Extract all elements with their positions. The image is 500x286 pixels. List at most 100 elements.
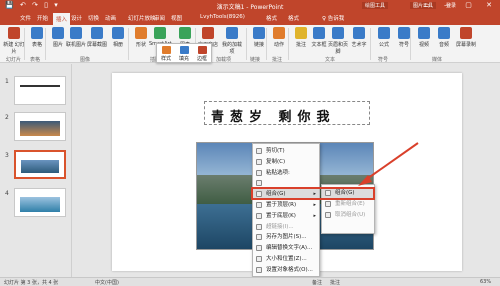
thumb-number-0: 1 [5,78,9,85]
ribbon-icon-0 [8,27,20,39]
thumb-number-1: 2 [5,114,9,121]
ribbon-icon-7 [154,27,166,39]
slide-thumb-1[interactable] [14,112,66,141]
ribbon-icon-13 [295,27,307,39]
submenu-label-2: 取消组合(U) [335,212,366,218]
slide-thumb-2[interactable] [14,150,66,179]
submenu-icon-1 [325,201,331,207]
submenu-item-2[interactable]: 取消组合(U) [322,210,374,220]
ribbon-button-16[interactable]: 艺术字 [348,27,370,48]
ribbon-separator-0 [24,28,25,60]
submenu-item-1[interactable]: 重新组合(E) [322,199,374,209]
context-item-9[interactable]: 编辑替换文字(A)... [253,243,319,253]
ribbon-button-4[interactable]: 屏幕截图 [86,27,108,48]
context-icon-7 [256,223,262,230]
tab-8[interactable]: 视图 [171,14,182,22]
ribbon-button-3[interactable]: 联机图片 [65,27,87,48]
status-comments-button[interactable]: 批注 [330,279,340,286]
context-label-11: 设置对象格式(O)... [266,266,313,273]
context-icon-11 [256,266,262,273]
ribbon-button-12[interactable]: 动作 [268,27,290,48]
thumb-number-3: 4 [5,190,9,197]
context-item-11[interactable]: 设置对象格式(O)... [253,265,319,275]
status-notes-button[interactable]: 备注 [312,279,322,286]
slide-thumb-0[interactable] [14,76,66,105]
highlight-box [251,187,375,200]
slide-caption-textbox[interactable]: 青葱岁 剩你我 [204,101,370,125]
status-slide-info: 幻灯片 第 3 张，共 4 张 [4,280,59,286]
ribbon-group-0: 幻灯片 [6,57,22,63]
ribbon-icon-1 [31,27,43,39]
context-icon-5 [256,202,262,208]
ribbon-button-15[interactable]: 页眉和页脚 [327,27,349,55]
context-icon-9 [256,245,262,252]
context-label-2: 粘贴选项: [266,169,290,176]
context-label-0: 剪切(T) [266,148,285,154]
ribbon-separator-5 [266,28,267,60]
tab-6[interactable]: 幻灯片放映 [128,14,156,22]
tab-2[interactable]: 插入 [53,13,71,25]
thumb-image-3 [20,197,60,212]
status-bar: 幻灯片 第 3 张，共 4 张 中文(中国) 备注 批注 63% [0,277,500,286]
context-item-0[interactable]: 剪切(T) [253,146,319,156]
ribbon-icon-3 [70,27,82,39]
window-controls[interactable]: ▭ — ▢ ✕ [423,1,498,9]
ribbon-button-20[interactable]: 音频 [433,27,455,48]
ribbon-button-17[interactable]: 公式 [373,27,395,48]
ribbon-button-21[interactable]: 屏幕录制 [455,27,477,48]
ribbon-group-6: 批注 [272,57,283,63]
context-label-8: 另存为图片(S)... [266,234,307,241]
ribbon-label-0: 新建 幻灯片 [3,42,25,55]
tab-5[interactable]: 动画 [105,14,116,22]
context-icon-0 [256,148,262,154]
tab-7[interactable]: 审阅 [154,14,165,22]
tab-4[interactable]: 切换 [88,14,99,22]
ribbon-label-15: 页眉和页脚 [327,42,348,55]
context-item-5[interactable]: 置于顶层(R) ▸ [253,200,319,210]
ribbon-button-5[interactable]: 相册 [107,27,129,48]
ribbon-label-20: 音频 [438,42,449,48]
ribbon-button-19[interactable]: 视频 [413,27,435,48]
ribbon-label-16: 艺术字 [351,42,367,48]
tab-0[interactable]: 文件 [20,14,31,22]
chevron-right-icon: ▸ [313,202,316,208]
ribbon-icon-14 [313,27,325,39]
ribbon-icon-6 [135,27,147,39]
ribbon-label-18: 符号 [398,42,409,48]
tab-12[interactable]: ♀ 告诉我 [322,14,344,22]
tab-11[interactable]: 格式 [288,14,299,22]
tab-1[interactable]: 开始 [37,14,48,22]
context-item-8[interactable]: 另存为图片(S)... [253,232,319,242]
tab-10[interactable]: 格式 [266,14,277,22]
slide-thumb-3[interactable] [14,188,66,217]
ribbon-group-9: 媒体 [432,57,443,63]
thumb-image-2 [20,159,60,174]
context-item-1[interactable]: 复制(C) [253,157,319,167]
context-item-2[interactable]: 粘贴选项: [253,168,319,178]
ribbon-button-0[interactable]: 新建 幻灯片 [3,27,25,55]
status-zoom[interactable]: 63% [480,279,491,285]
ribbon-separator-7 [370,28,371,60]
tab-3[interactable]: 设计 [71,14,82,22]
ribbon-icon-21 [460,27,472,39]
context-item-10[interactable]: 大小和位置(Z)... [253,254,319,264]
context-label-9: 编辑替换文字(A)... [266,245,313,252]
thumb-image-0 [20,85,60,88]
context-item-7[interactable]: 超链接(I)... [253,222,319,232]
tab-9[interactable]: LvyhTools(8926) [200,14,245,20]
context-label-5: 置于顶层(R) [266,202,297,208]
ribbon-group-4: 加载项 [216,57,232,63]
context-item-6[interactable]: 置于底层(K) ▸ [253,211,319,221]
ribbon-separator-8 [410,28,411,60]
ribbon-button-10[interactable]: 我的加载项 [221,27,243,55]
ribbon-icon-16 [353,27,365,39]
context-label-7: 超链接(I)... [266,223,294,230]
ribbon-icon-17 [378,27,390,39]
ribbon-label-14: 文本框 [311,42,327,48]
mini-style-button[interactable]: 样式 [158,46,174,62]
ribbon-button-18[interactable]: 符号 [393,27,415,48]
mini-fill-button[interactable]: 填充 [176,46,192,62]
context-icon-2 [256,169,262,176]
mini-border-button[interactable]: 边框 [194,46,210,62]
ribbon-group-7: 文本 [325,57,336,63]
